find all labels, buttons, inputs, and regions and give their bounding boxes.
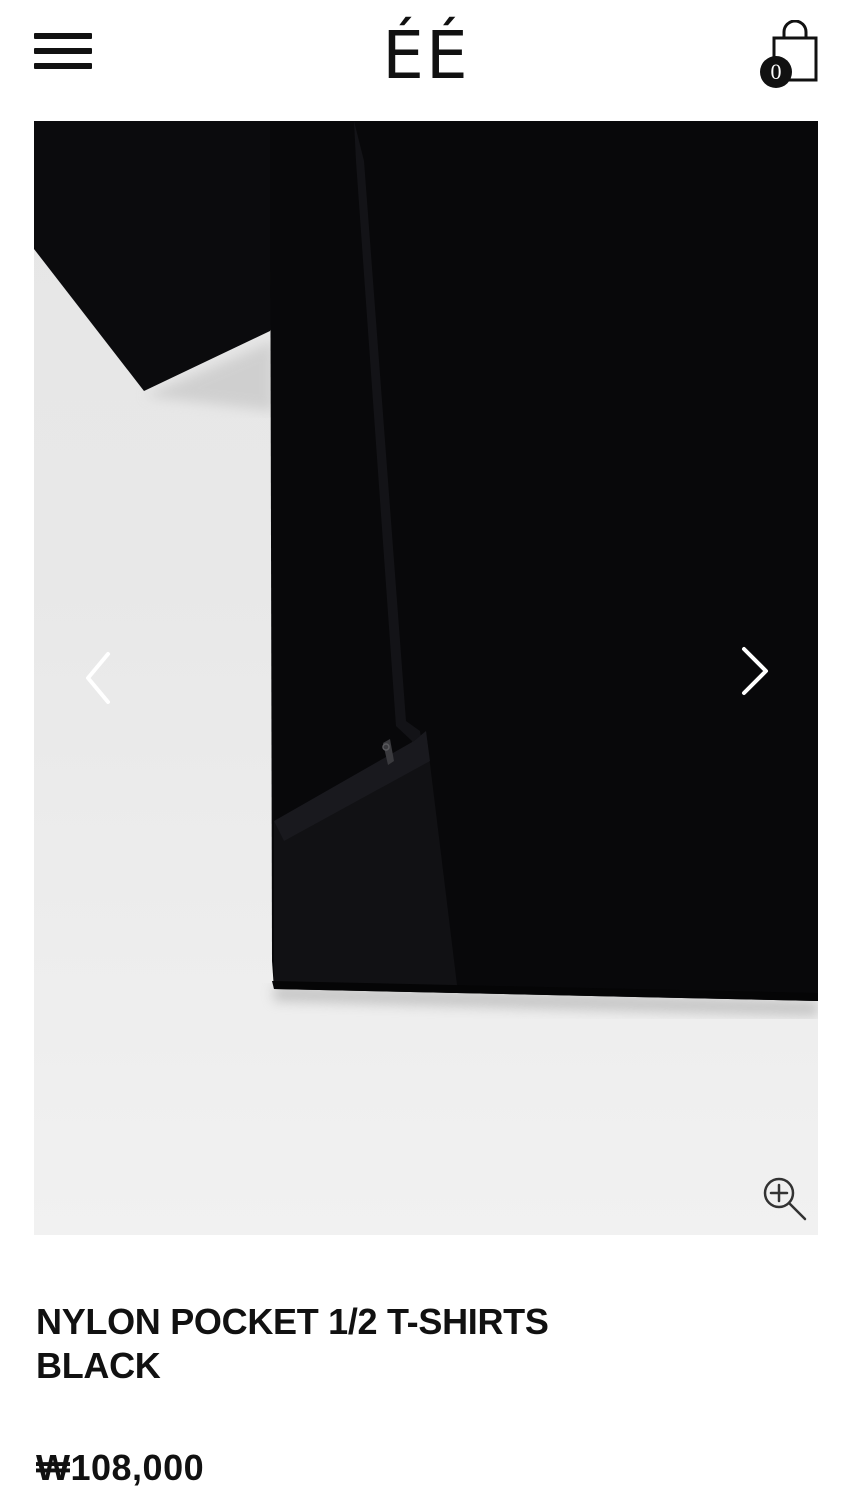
next-image-button[interactable] [724, 631, 784, 711]
site-header: ÉÉ 0 [0, 0, 852, 110]
hamburger-menu-icon [34, 33, 92, 39]
product-name-line: NYLON POCKET 1/2 T-SHIRTS [36, 1301, 549, 1342]
product-photo [34, 121, 818, 1016]
hamburger-menu-icon-bar [34, 63, 92, 69]
cart-count-badge: 0 [760, 56, 792, 88]
product-image-gallery[interactable] [34, 121, 818, 1235]
chevron-left-icon [86, 652, 110, 704]
previous-image-button[interactable] [70, 636, 130, 716]
product-detail-page: ÉÉ 0 NYLON POCKET 1/2 T-SHIRTS BLACK ₩10… [0, 0, 852, 1500]
menu-button[interactable] [30, 28, 96, 80]
zoom-button[interactable] [759, 1173, 811, 1225]
brand-logo[interactable]: ÉÉ [326, 14, 526, 98]
cart-button[interactable]: 0 [758, 20, 824, 90]
chevron-right-icon [742, 647, 768, 695]
product-title: NYLON POCKET 1/2 T-SHIRTS BLACK [36, 1300, 736, 1388]
zoom-in-icon [763, 1177, 807, 1221]
product-color-line: BLACK [36, 1345, 161, 1386]
hamburger-menu-icon-bar [34, 48, 92, 54]
product-price: ₩108,000 [36, 1447, 205, 1488]
